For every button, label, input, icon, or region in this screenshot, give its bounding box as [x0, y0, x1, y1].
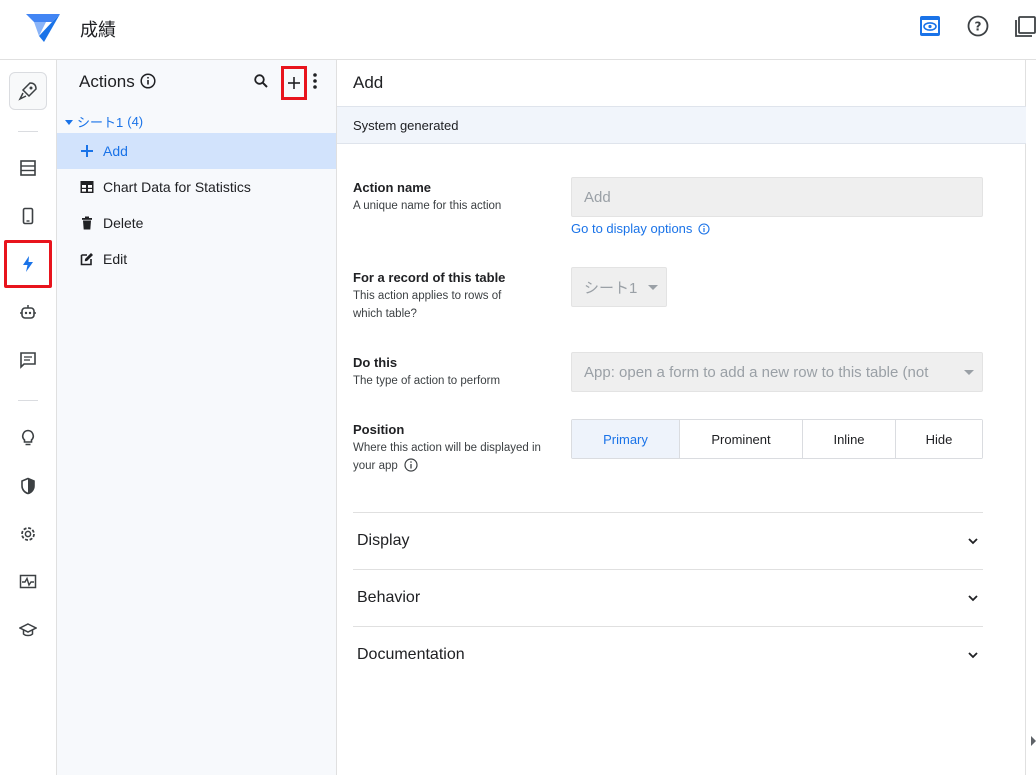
security-shield-icon[interactable] — [8, 466, 48, 506]
group-label: シート1 — [77, 115, 124, 130]
table-icon — [79, 179, 95, 195]
action-item-label: Chart Data for Statistics — [103, 179, 251, 195]
info-icon — [698, 222, 710, 235]
position-label: Position — [353, 422, 405, 437]
collapse-arrow-icon[interactable] — [1031, 736, 1036, 746]
action-name-input[interactable]: Add — [571, 177, 983, 217]
action-name-value: Add — [584, 188, 611, 206]
actions-panel: Actions シート1 (4) Add Chart Data for Stat… — [57, 60, 337, 775]
action-name-help: A unique name for this action — [353, 200, 502, 212]
system-generated-label: System generated — [353, 118, 459, 133]
info-icon[interactable] — [404, 458, 418, 472]
action-item-delete[interactable]: Delete — [57, 205, 336, 241]
automation-bot-icon[interactable] — [8, 292, 48, 332]
chat-icon[interactable] — [8, 340, 48, 380]
action-item-add[interactable]: Add — [57, 133, 336, 169]
section-label: Documentation — [357, 646, 465, 663]
action-detail: Add System generated Action name A uniqu… — [337, 60, 1026, 775]
action-item-chart-data[interactable]: Chart Data for Statistics — [57, 169, 336, 205]
display-options-link-label: Go to display options — [571, 221, 693, 236]
panel-title: Actions — [79, 72, 135, 91]
do-this-value: App: open a form to add a new row to thi… — [584, 363, 929, 381]
trash-icon — [79, 215, 95, 231]
chevron-down-icon — [964, 370, 974, 375]
search-icon[interactable] — [253, 73, 269, 94]
action-item-label: Add — [103, 143, 128, 159]
position-primary-button[interactable]: Primary — [572, 420, 680, 458]
chevron-down-icon — [648, 285, 658, 290]
position-inline-button[interactable]: Inline — [803, 420, 896, 458]
position-prominent-button[interactable]: Prominent — [680, 420, 803, 458]
add-action-button[interactable] — [281, 66, 307, 100]
do-this-label: Do this — [353, 355, 398, 370]
app-title: 成績 — [80, 20, 116, 40]
monitor-pulse-icon[interactable] — [8, 562, 48, 602]
lightbulb-icon[interactable] — [8, 418, 48, 458]
section-documentation[interactable]: Documentation — [353, 626, 983, 683]
svg-text:?: ? — [975, 20, 982, 34]
chevron-down-icon — [968, 538, 978, 545]
library-icon[interactable] — [1014, 14, 1036, 38]
chevron-down-icon — [968, 595, 978, 602]
phone-views-icon[interactable] — [8, 196, 48, 236]
left-nav-rail — [0, 60, 57, 775]
action-title: Add — [353, 73, 384, 92]
table-select[interactable]: シート1 — [571, 267, 667, 307]
appsheet-logo-icon[interactable] — [26, 12, 60, 42]
rail-divider — [18, 131, 38, 132]
preview-icon[interactable] — [918, 14, 942, 38]
position-segmented-control: Primary Prominent Inline Hide — [571, 419, 983, 459]
data-icon[interactable] — [8, 148, 48, 188]
group-count: (4) — [127, 114, 144, 129]
table-help: This action applies to rows of which tab… — [353, 290, 502, 320]
learning-cap-icon[interactable] — [8, 610, 48, 650]
plus-icon — [288, 77, 300, 89]
section-behavior[interactable]: Behavior — [353, 569, 983, 626]
rail-divider — [18, 400, 38, 401]
display-options-link[interactable]: Go to display options — [571, 221, 710, 236]
plus-icon — [79, 143, 95, 159]
rocket-icon[interactable] — [9, 72, 47, 110]
more-vert-icon[interactable] — [312, 72, 318, 95]
do-this-select[interactable]: App: open a form to add a new row to thi… — [571, 352, 983, 392]
help-icon[interactable]: ? — [966, 14, 990, 38]
action-name-label: Action name — [353, 180, 432, 195]
do-this-help: The type of action to perform — [353, 375, 501, 387]
table-label: For a record of this table — [353, 270, 506, 285]
system-generated-bar: System generated — [337, 106, 1026, 144]
position-hide-button[interactable]: Hide — [896, 420, 982, 458]
actions-rail-highlight — [4, 240, 52, 288]
caret-down-icon — [65, 119, 73, 125]
edit-icon — [79, 251, 95, 267]
table-select-value: シート1 — [584, 279, 638, 297]
section-label: Display — [357, 532, 410, 549]
info-icon[interactable] — [140, 73, 156, 94]
action-item-label: Delete — [103, 215, 144, 231]
action-item-label: Edit — [103, 251, 128, 267]
section-display[interactable]: Display — [353, 512, 983, 569]
chevron-down-icon — [968, 652, 978, 659]
section-label: Behavior — [357, 589, 421, 606]
settings-gear-icon[interactable] — [8, 514, 48, 554]
position-help: Where this action will be displayed in y… — [353, 442, 541, 472]
action-item-edit[interactable]: Edit — [57, 241, 336, 277]
table-group-header[interactable]: シート1 (4) — [65, 112, 143, 131]
top-bar: 成績 ? — [0, 0, 1036, 60]
